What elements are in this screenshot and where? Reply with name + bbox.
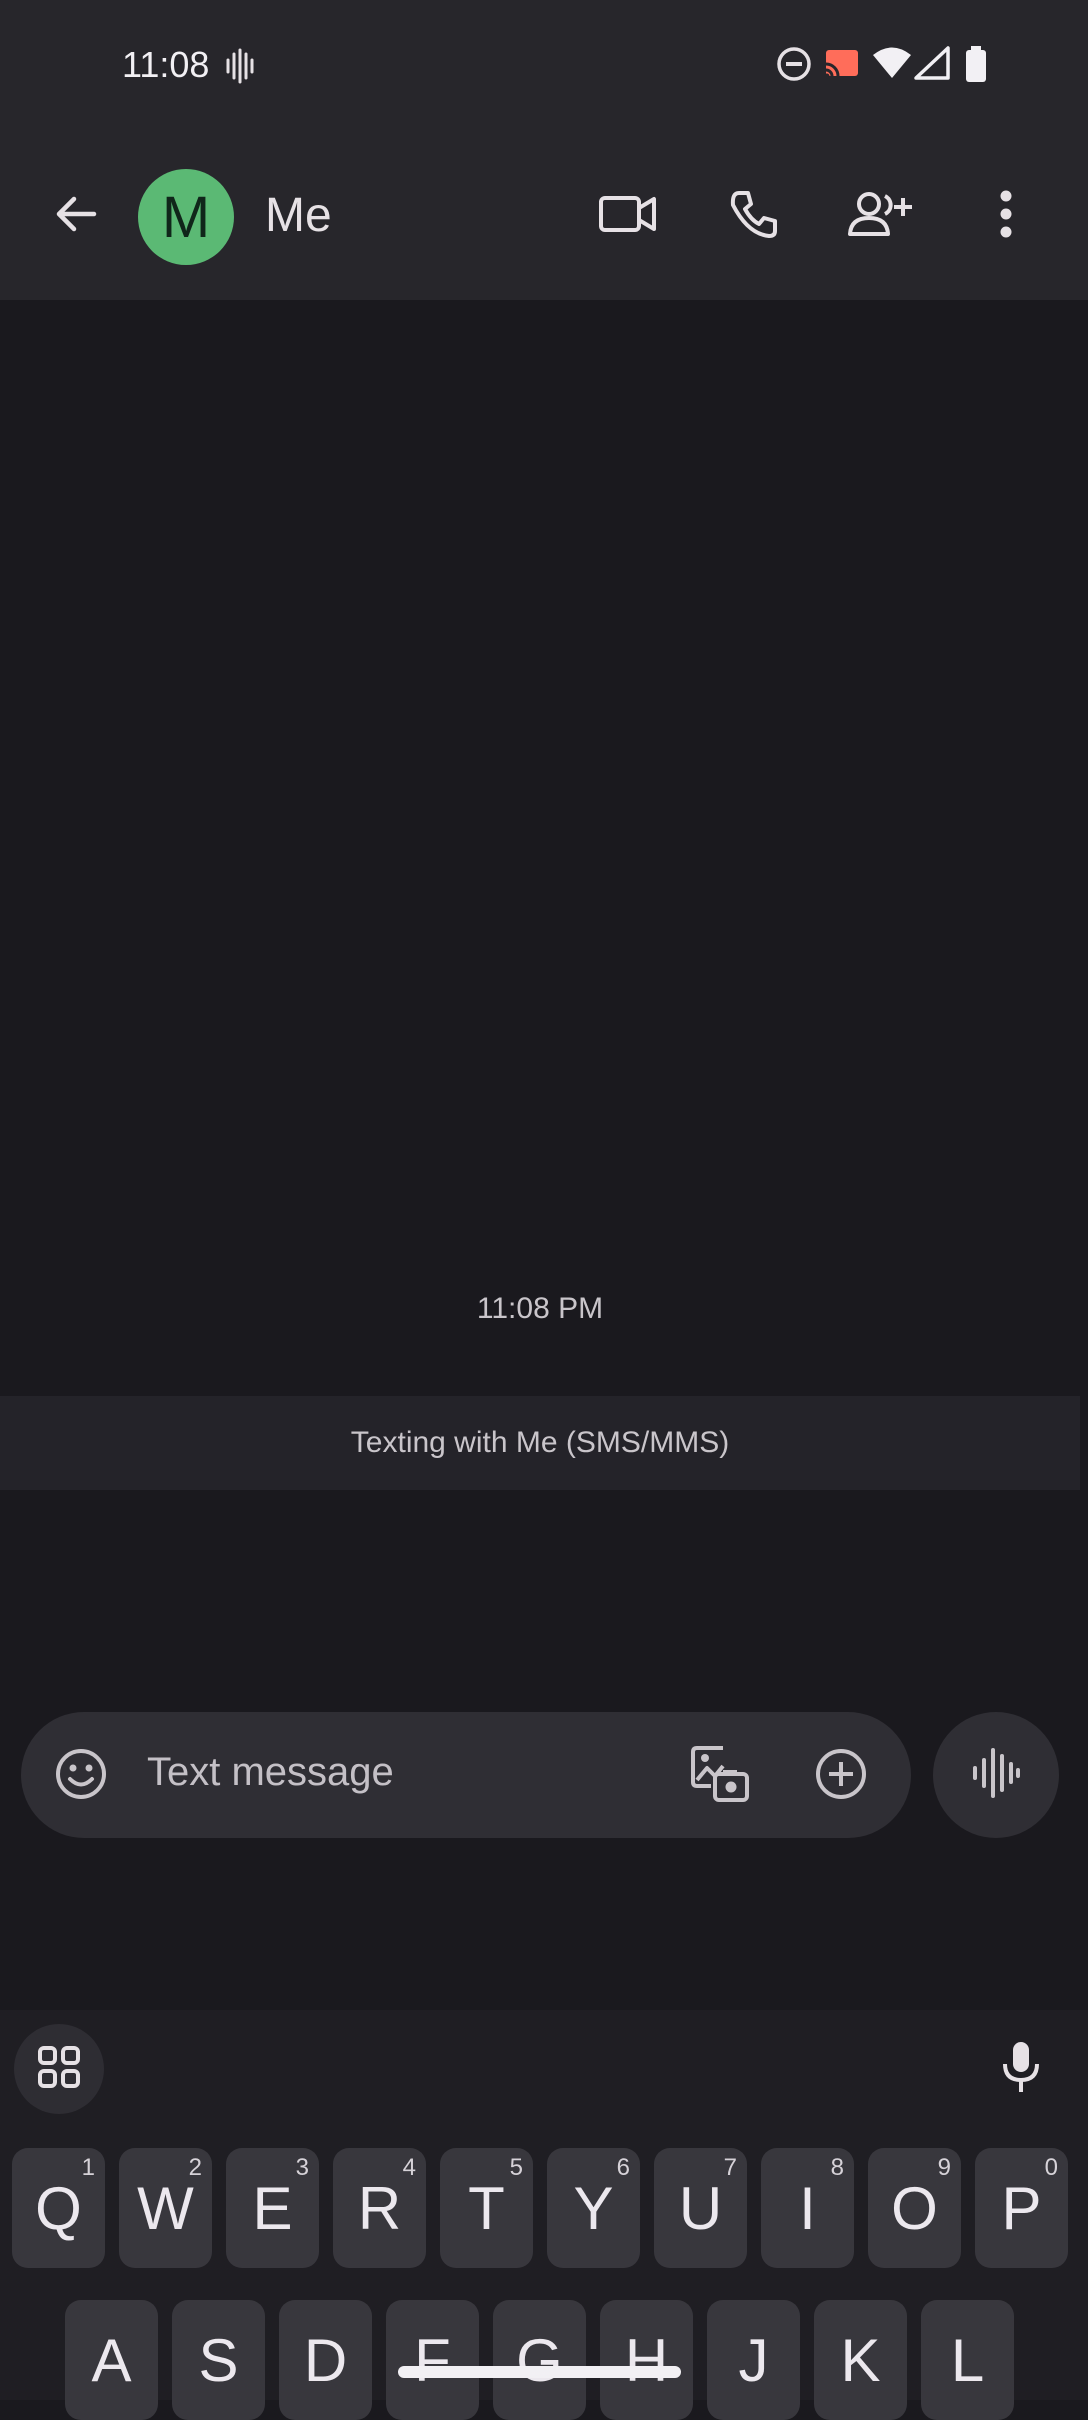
compose-bar: Text message bbox=[21, 1712, 911, 1838]
battery-icon bbox=[964, 46, 988, 87]
key-h[interactable]: H bbox=[600, 2300, 693, 2420]
key-q[interactable]: Q1 bbox=[12, 2148, 105, 2268]
key-r[interactable]: R4 bbox=[333, 2148, 426, 2268]
phone-call-button[interactable] bbox=[718, 180, 790, 252]
key-i[interactable]: I8 bbox=[761, 2148, 854, 2268]
status-bar: 11:08 bbox=[0, 0, 1088, 140]
gesture-nav-bar bbox=[398, 2366, 681, 2378]
add-contact-icon bbox=[847, 190, 913, 243]
gallery-icon bbox=[687, 1742, 751, 1811]
vibrate-icon bbox=[225, 46, 255, 91]
voice-typing-button[interactable] bbox=[986, 2034, 1056, 2104]
key-w[interactable]: W2 bbox=[119, 2148, 212, 2268]
video-call-button[interactable] bbox=[592, 180, 664, 252]
status-time: 11:08 bbox=[122, 44, 210, 85]
key-s[interactable]: S bbox=[172, 2300, 265, 2420]
mic-icon bbox=[1001, 2040, 1041, 2099]
video-call-icon bbox=[599, 194, 657, 239]
emoji-icon bbox=[54, 1747, 108, 1806]
cast-icon bbox=[822, 46, 862, 87]
signal-icon bbox=[914, 46, 950, 85]
sms-mode-banner: Texting with Me (SMS/MMS) bbox=[0, 1396, 1080, 1490]
key-p[interactable]: P0 bbox=[975, 2148, 1068, 2268]
wifi-icon bbox=[872, 46, 912, 85]
key-u[interactable]: U7 bbox=[654, 2148, 747, 2268]
key-j[interactable]: J bbox=[707, 2300, 800, 2420]
key-k[interactable]: K bbox=[814, 2300, 907, 2420]
back-button[interactable] bbox=[40, 176, 112, 256]
more-vert-icon bbox=[999, 190, 1013, 243]
key-f[interactable]: F bbox=[386, 2300, 479, 2420]
key-e[interactable]: E3 bbox=[226, 2148, 319, 2268]
key-t[interactable]: T5 bbox=[440, 2148, 533, 2268]
sms-mode-text: Texting with Me (SMS/MMS) bbox=[350, 1426, 730, 1459]
key-a[interactable]: A bbox=[65, 2300, 158, 2420]
key-d[interactable]: D bbox=[279, 2300, 372, 2420]
emoji-button[interactable] bbox=[53, 1748, 109, 1804]
phone-icon bbox=[729, 189, 779, 244]
more-options-button[interactable] bbox=[970, 180, 1042, 252]
back-icon bbox=[52, 190, 100, 243]
avatar[interactable]: M bbox=[138, 169, 234, 265]
key-y[interactable]: Y6 bbox=[547, 2148, 640, 2268]
apps-grid-icon bbox=[37, 2045, 81, 2094]
dnd-icon bbox=[776, 46, 812, 87]
keyboard-apps-button[interactable] bbox=[14, 2024, 104, 2114]
add-circle-icon bbox=[814, 1747, 868, 1806]
contact-name[interactable]: Me bbox=[265, 188, 332, 243]
key-l[interactable]: L bbox=[921, 2300, 1014, 2420]
key-o[interactable]: O9 bbox=[868, 2148, 961, 2268]
voice-message-button[interactable] bbox=[933, 1712, 1059, 1838]
add-contact-button[interactable] bbox=[844, 180, 916, 252]
message-timestamp: 11:08 PM bbox=[476, 1292, 604, 1325]
attach-button[interactable] bbox=[811, 1746, 871, 1806]
gallery-button[interactable] bbox=[685, 1742, 753, 1810]
key-g[interactable]: G bbox=[493, 2300, 586, 2420]
message-input[interactable]: Text message bbox=[147, 1750, 394, 1795]
voice-message-icon bbox=[971, 1746, 1021, 1805]
